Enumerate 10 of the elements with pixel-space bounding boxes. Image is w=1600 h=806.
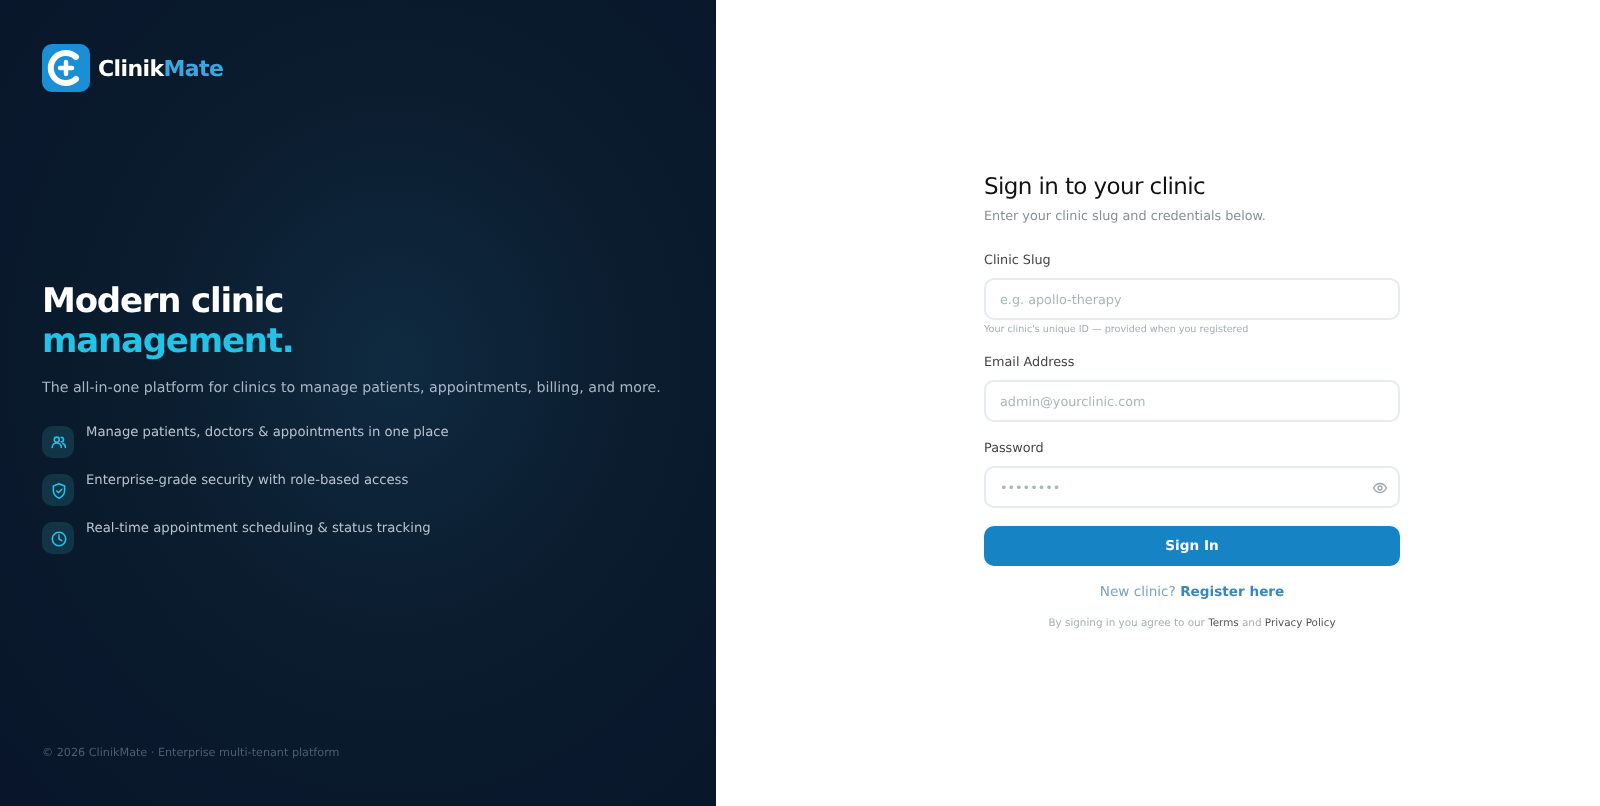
eye-icon[interactable] (1372, 479, 1388, 495)
shield-icon (42, 474, 74, 506)
logo-icon (42, 44, 90, 92)
clock-icon (42, 522, 74, 554)
headline: Modern clinic (42, 282, 284, 322)
brand-name: Clinik (98, 55, 164, 81)
form-title: Sign in to your clinic (984, 172, 1208, 200)
headline-highlight: management. (42, 322, 294, 362)
users-icon (42, 426, 74, 458)
brand-name-highlight: Mate (163, 55, 224, 81)
